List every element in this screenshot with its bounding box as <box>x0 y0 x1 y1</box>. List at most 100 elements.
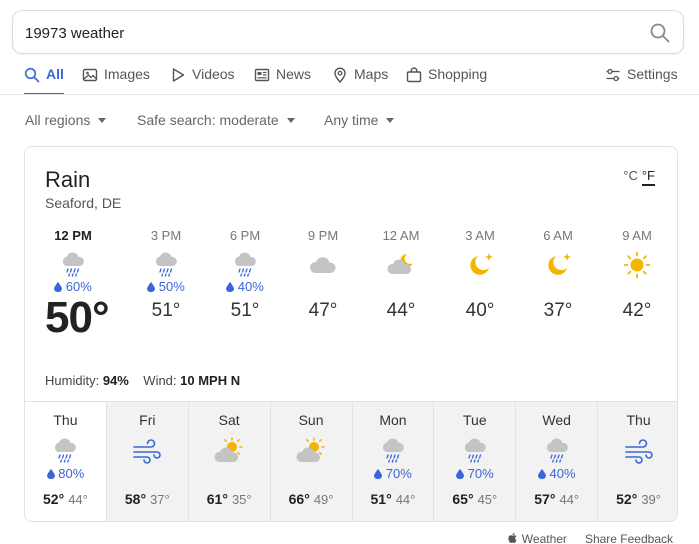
tab-shopping[interactable]: Shopping <box>406 66 487 95</box>
moon-star-icon <box>470 253 493 275</box>
hour-temperature: 44° <box>386 300 416 321</box>
day-low: 45° <box>477 492 498 507</box>
tab-label: News <box>276 66 312 82</box>
day-temps: 66° 49° <box>271 491 352 507</box>
hour-precip <box>293 280 353 294</box>
region-filter[interactable]: All regions <box>25 112 107 128</box>
precip-value: 80% <box>58 466 85 481</box>
wind-value: 10 MPH N <box>180 373 241 388</box>
day-name: Wed <box>542 412 571 428</box>
hour-precip: 50% <box>136 280 196 294</box>
hour-temperature: 42° <box>622 300 652 321</box>
day-name: Mon <box>379 412 407 428</box>
day-precip: 40% <box>516 466 597 481</box>
day-precip <box>107 466 188 481</box>
daily-item[interactable]: Wed 40% 57° 44° <box>515 402 598 521</box>
search-icon[interactable] <box>649 22 671 44</box>
weather-details: Humidity: 94% Wind: 10 MPH N <box>45 373 240 388</box>
tab-label: Maps <box>354 66 389 82</box>
rain-cloud-icon <box>234 252 256 277</box>
hour-temperature: 51° <box>151 300 181 321</box>
tab-videos[interactable]: Videos <box>170 66 235 95</box>
tabs-divider <box>0 94 699 95</box>
tab-label: Shopping <box>428 66 488 82</box>
rain-cloud-icon <box>464 438 486 463</box>
day-name: Tue <box>463 412 487 428</box>
image-icon <box>82 68 98 82</box>
daily-item[interactable]: Fri 58° 37° <box>105 402 188 521</box>
hour-time: 12 AM <box>382 228 420 243</box>
share-feedback-link[interactable]: Share Feedback <box>585 532 673 544</box>
tab-maps[interactable]: Maps <box>332 66 388 95</box>
settings-button[interactable]: Settings <box>605 66 678 95</box>
wind-icon <box>624 439 653 464</box>
hour-precip: 40% <box>215 280 275 294</box>
celsius-toggle[interactable]: °C <box>623 168 638 186</box>
daily-item[interactable]: Mon 70% 51° 44° <box>351 402 434 521</box>
tab-label: Videos <box>192 66 235 82</box>
hour-time: 3 AM <box>465 228 495 243</box>
weather-brand[interactable]: Weather <box>508 532 567 544</box>
daily-item[interactable]: Sun 66° 49° <box>269 402 352 521</box>
day-precip <box>271 466 352 481</box>
precip-value: 40% <box>549 466 576 481</box>
day-high: 58° <box>124 491 147 507</box>
hourly-item: 12 AM 44° <box>371 227 431 322</box>
daily-item[interactable]: Thu 52° 39° <box>597 402 677 521</box>
daily-item[interactable]: Thu 80% 52° 44° <box>25 402 106 521</box>
rain-cloud-icon <box>62 252 84 277</box>
partly-cloudy-icon <box>296 437 325 462</box>
day-high: 51° <box>370 491 392 507</box>
hour-time: 9 PM <box>307 228 339 243</box>
tab-all[interactable]: All <box>24 66 64 95</box>
weather-footer: Weather Share Feedback <box>508 532 673 544</box>
fahrenheit-toggle[interactable]: °F <box>641 168 655 186</box>
rain-cloud-icon <box>546 438 568 463</box>
hour-precip <box>371 280 431 294</box>
weather-condition: Rain <box>45 167 91 192</box>
day-name: Sun <box>298 412 324 428</box>
day-precip <box>598 466 677 481</box>
tab-label: All <box>46 66 64 82</box>
hourly-item: 9 AM 42° <box>607 227 667 322</box>
day-high: 52° <box>43 491 65 507</box>
day-low: 39° <box>641 492 661 507</box>
day-low: 44° <box>395 492 416 507</box>
search-box <box>12 10 684 54</box>
day-name: Fri <box>139 412 156 428</box>
day-precip: 70% <box>353 466 434 481</box>
tab-news[interactable]: News <box>254 66 311 95</box>
settings-label: Settings <box>627 66 678 82</box>
daily-item[interactable]: Sat 61° 35° <box>187 402 270 521</box>
hourly-item: 3 PM 50% 51° <box>136 227 196 322</box>
day-temps: 58° 37° <box>107 491 188 507</box>
search-tabs: All Images Videos News Maps Shopping Set… <box>24 66 687 95</box>
tab-images[interactable]: Images <box>82 66 150 95</box>
time-filter[interactable]: Any time <box>324 112 395 128</box>
safe-search-filter[interactable]: Safe search: moderate <box>137 112 295 128</box>
precip-value: 50% <box>158 279 185 294</box>
search-input[interactable] <box>25 22 625 44</box>
day-temps: 51° 44° <box>353 491 434 507</box>
current-temperature: 50° <box>45 293 110 342</box>
hour-time: 6 PM <box>229 228 261 243</box>
day-high: 52° <box>616 491 638 507</box>
hour-temperature: 40° <box>465 300 495 321</box>
sun-icon <box>623 251 651 279</box>
humidity-label: Humidity: <box>45 373 100 388</box>
hour-temperature: 37° <box>543 300 573 321</box>
daily-item[interactable]: Tue 70% 65° 45° <box>433 402 516 521</box>
moon-star-icon <box>548 253 571 275</box>
hour-time: 12 PM <box>54 228 92 243</box>
day-name: Thu <box>626 412 651 428</box>
day-low: 35° <box>231 492 252 507</box>
time-filter-label: Any time <box>324 112 379 128</box>
day-low: 37° <box>150 492 170 507</box>
daily-forecast: Thu 80% 52° 44° Fri 58° 37° Sat 61° 35° Sun 66° 49°… <box>25 401 677 521</box>
humidity-value: 94% <box>102 373 129 388</box>
precip-value: 40% <box>237 279 264 294</box>
precip-value: 70% <box>467 466 494 481</box>
day-precip <box>189 466 270 481</box>
hour-precip <box>450 280 510 294</box>
day-temps: 52° 44° <box>25 491 106 507</box>
